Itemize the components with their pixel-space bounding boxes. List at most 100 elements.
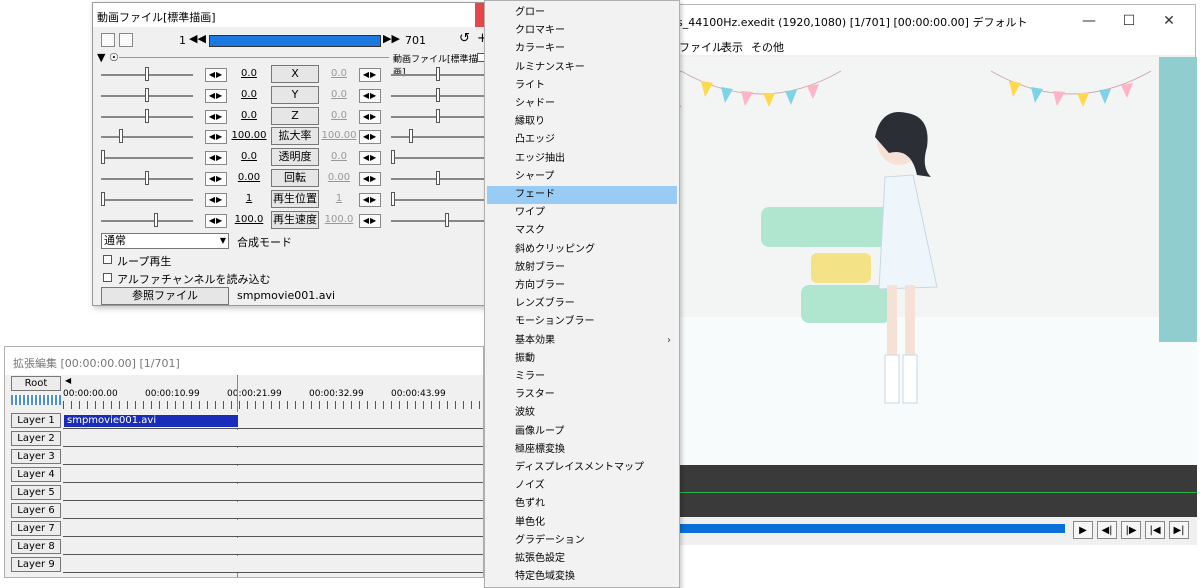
play-speed-slider-start[interactable] <box>101 219 193 222</box>
time-ruler[interactable]: ◀ 00:00:00.00 00:00:10.99 00:00:21.99 00… <box>63 375 483 411</box>
reset-icon[interactable]: ↺ <box>459 31 470 46</box>
rotation-stepper-end[interactable]: ◀▶ <box>359 172 381 186</box>
scale-start-value[interactable]: 100.00 <box>229 130 269 141</box>
menu-item[interactable]: カラーキー <box>487 40 677 58</box>
preview-canvas[interactable] <box>641 57 1197 465</box>
opacity-stepper-start[interactable]: ◀▶ <box>205 151 227 166</box>
rotation-end-value[interactable]: 0.00 <box>319 172 359 183</box>
timeline-titlebar[interactable]: 拡張編集 [00:00:00.00] [1/701] <box>5 347 483 375</box>
y-stepper-start[interactable]: ◀▶ <box>205 88 227 103</box>
layer-8-button[interactable]: Layer 8 <box>11 539 61 554</box>
menu-item[interactable]: 極座標変換 <box>487 441 677 459</box>
maximize-icon[interactable]: ☐ <box>1119 11 1139 31</box>
play-speed-slider-end-knob[interactable] <box>445 212 449 227</box>
scale-slider-end[interactable] <box>391 136 485 139</box>
frame-next-icon[interactable]: ▶▶ <box>383 32 400 45</box>
shadow-icon[interactable] <box>119 33 133 47</box>
menu-item[interactable]: 拡張色設定 <box>487 550 677 568</box>
layer-9-lane[interactable] <box>63 556 483 573</box>
menu-item[interactable]: 振動 <box>487 350 677 368</box>
menu-item[interactable]: ライト <box>487 77 677 95</box>
x-stepper-end[interactable]: ◀▶ <box>359 68 381 82</box>
layer-3-lane[interactable] <box>63 448 483 465</box>
menu-item[interactable]: 斜めクリッピング <box>487 241 677 259</box>
menu-item[interactable]: ラスター <box>487 386 677 404</box>
menu-item[interactable]: 波紋 <box>487 404 677 422</box>
menu-other[interactable]: その他 <box>751 39 784 55</box>
y-stepper-end[interactable]: ◀▶ <box>359 88 381 103</box>
play-position-end-value[interactable]: 1 <box>319 193 359 204</box>
y-end-value[interactable]: 0.0 <box>319 89 359 100</box>
menu-item[interactable]: 基本効果 › <box>487 332 677 350</box>
menu-item[interactable]: 色ずれ <box>487 495 677 513</box>
blend-mode-select[interactable]: 通常 ▼ <box>101 233 229 249</box>
play-position-slider-knob[interactable] <box>101 191 105 206</box>
collapse-toggle[interactable]: ▼ ☉ <box>97 51 119 64</box>
x-slider-knob[interactable] <box>145 67 149 81</box>
play-speed-start-value[interactable]: 100.0 <box>229 214 269 225</box>
y-start-value[interactable]: 0.0 <box>229 89 269 100</box>
opacity-stepper-end[interactable]: ◀▶ <box>359 151 381 166</box>
rotation-param-button[interactable]: 回転 <box>271 169 319 187</box>
menu-item[interactable]: エッジ抽出 <box>487 150 677 168</box>
y-slider-end-knob[interactable] <box>436 87 440 102</box>
preview-timeline-area[interactable] <box>641 465 1197 517</box>
layer-8-lane[interactable] <box>63 538 483 555</box>
root-button[interactable]: Root <box>11 376 61 391</box>
z-param-button[interactable]: Z <box>271 106 319 125</box>
layer-6-button[interactable]: Layer 6 <box>11 503 61 518</box>
jump-end-icon[interactable]: ▶| <box>1169 521 1189 539</box>
x-slider-end-knob[interactable] <box>436 67 440 81</box>
loop-checkbox[interactable] <box>103 255 112 264</box>
layer-9-button[interactable]: Layer 9 <box>11 557 61 572</box>
z-stepper-start[interactable]: ◀▶ <box>205 109 227 124</box>
preview-titlebar[interactable]: s_44100Hz.exedit (1920,1080) [1/701] [00… <box>641 5 1195 37</box>
prev-frame-icon[interactable]: ◀| <box>1097 521 1117 539</box>
x-end-value[interactable]: 0.0 <box>319 68 359 79</box>
layer-3-button[interactable]: Layer 3 <box>11 449 61 464</box>
scale-slider-end-knob[interactable] <box>409 129 413 144</box>
menu-item[interactable]: 特定色域変換 <box>487 568 677 586</box>
next-frame-icon[interactable]: |▶ <box>1121 521 1141 539</box>
z-slider-knob[interactable] <box>145 108 149 123</box>
rotation-start-value[interactable]: 0.00 <box>229 172 269 183</box>
frame-slider[interactable] <box>209 35 381 47</box>
z-slider-end-knob[interactable] <box>436 108 440 123</box>
opacity-slider-knob[interactable] <box>101 150 105 165</box>
menu-item[interactable]: 方向ブラー <box>487 277 677 295</box>
opacity-slider-start[interactable] <box>101 157 193 160</box>
play-speed-param-button[interactable]: 再生速度 <box>271 210 319 229</box>
menu-item[interactable]: ディスプレイスメントマップ <box>487 459 677 477</box>
timeline-clip[interactable]: smpmovie001.avi <box>64 415 238 427</box>
menu-item[interactable]: 放射ブラー <box>487 259 677 277</box>
menu-item[interactable]: 凸エッジ <box>487 131 677 149</box>
minimize-icon[interactable]: — <box>1079 11 1099 31</box>
layer-4-lane[interactable] <box>63 466 483 483</box>
y-param-button[interactable]: Y <box>271 85 319 104</box>
x-stepper-start[interactable]: ◀▶ <box>205 68 227 82</box>
play-speed-slider-knob[interactable] <box>154 212 158 227</box>
alpha-checkbox[interactable] <box>103 273 112 282</box>
zoom-control[interactable] <box>11 395 61 405</box>
play-speed-end-value[interactable]: 100.0 <box>319 214 359 225</box>
seek-bar[interactable] <box>641 524 1065 533</box>
opacity-start-value[interactable]: 0.0 <box>229 151 269 162</box>
layer-7-lane[interactable] <box>63 520 483 537</box>
camera-control-icon[interactable] <box>101 33 115 47</box>
menu-item[interactable]: ミラー <box>487 368 677 386</box>
z-stepper-end[interactable]: ◀▶ <box>359 109 381 124</box>
jump-start-icon[interactable]: |◀ <box>1145 521 1165 539</box>
y-slider-knob[interactable] <box>145 87 149 102</box>
x-start-value[interactable]: 0.0 <box>229 68 269 79</box>
opacity-param-button[interactable]: 透明度 <box>271 148 319 167</box>
layer-2-button[interactable]: Layer 2 <box>11 431 61 446</box>
rotation-slider-knob[interactable] <box>145 171 149 185</box>
props-titlebar[interactable]: 動画ファイル[標準描画] <box>93 3 487 27</box>
rotation-stepper-start[interactable]: ◀▶ <box>205 172 227 186</box>
reference-file-button[interactable]: 参照ファイル <box>101 287 229 305</box>
rotation-slider-end-knob[interactable] <box>436 171 440 185</box>
menu-item[interactable]: 画像ループ <box>487 423 677 441</box>
play-position-start-value[interactable]: 1 <box>229 193 269 204</box>
menu-item[interactable]: クロマキー <box>487 22 677 40</box>
scale-slider-start[interactable] <box>101 136 193 139</box>
